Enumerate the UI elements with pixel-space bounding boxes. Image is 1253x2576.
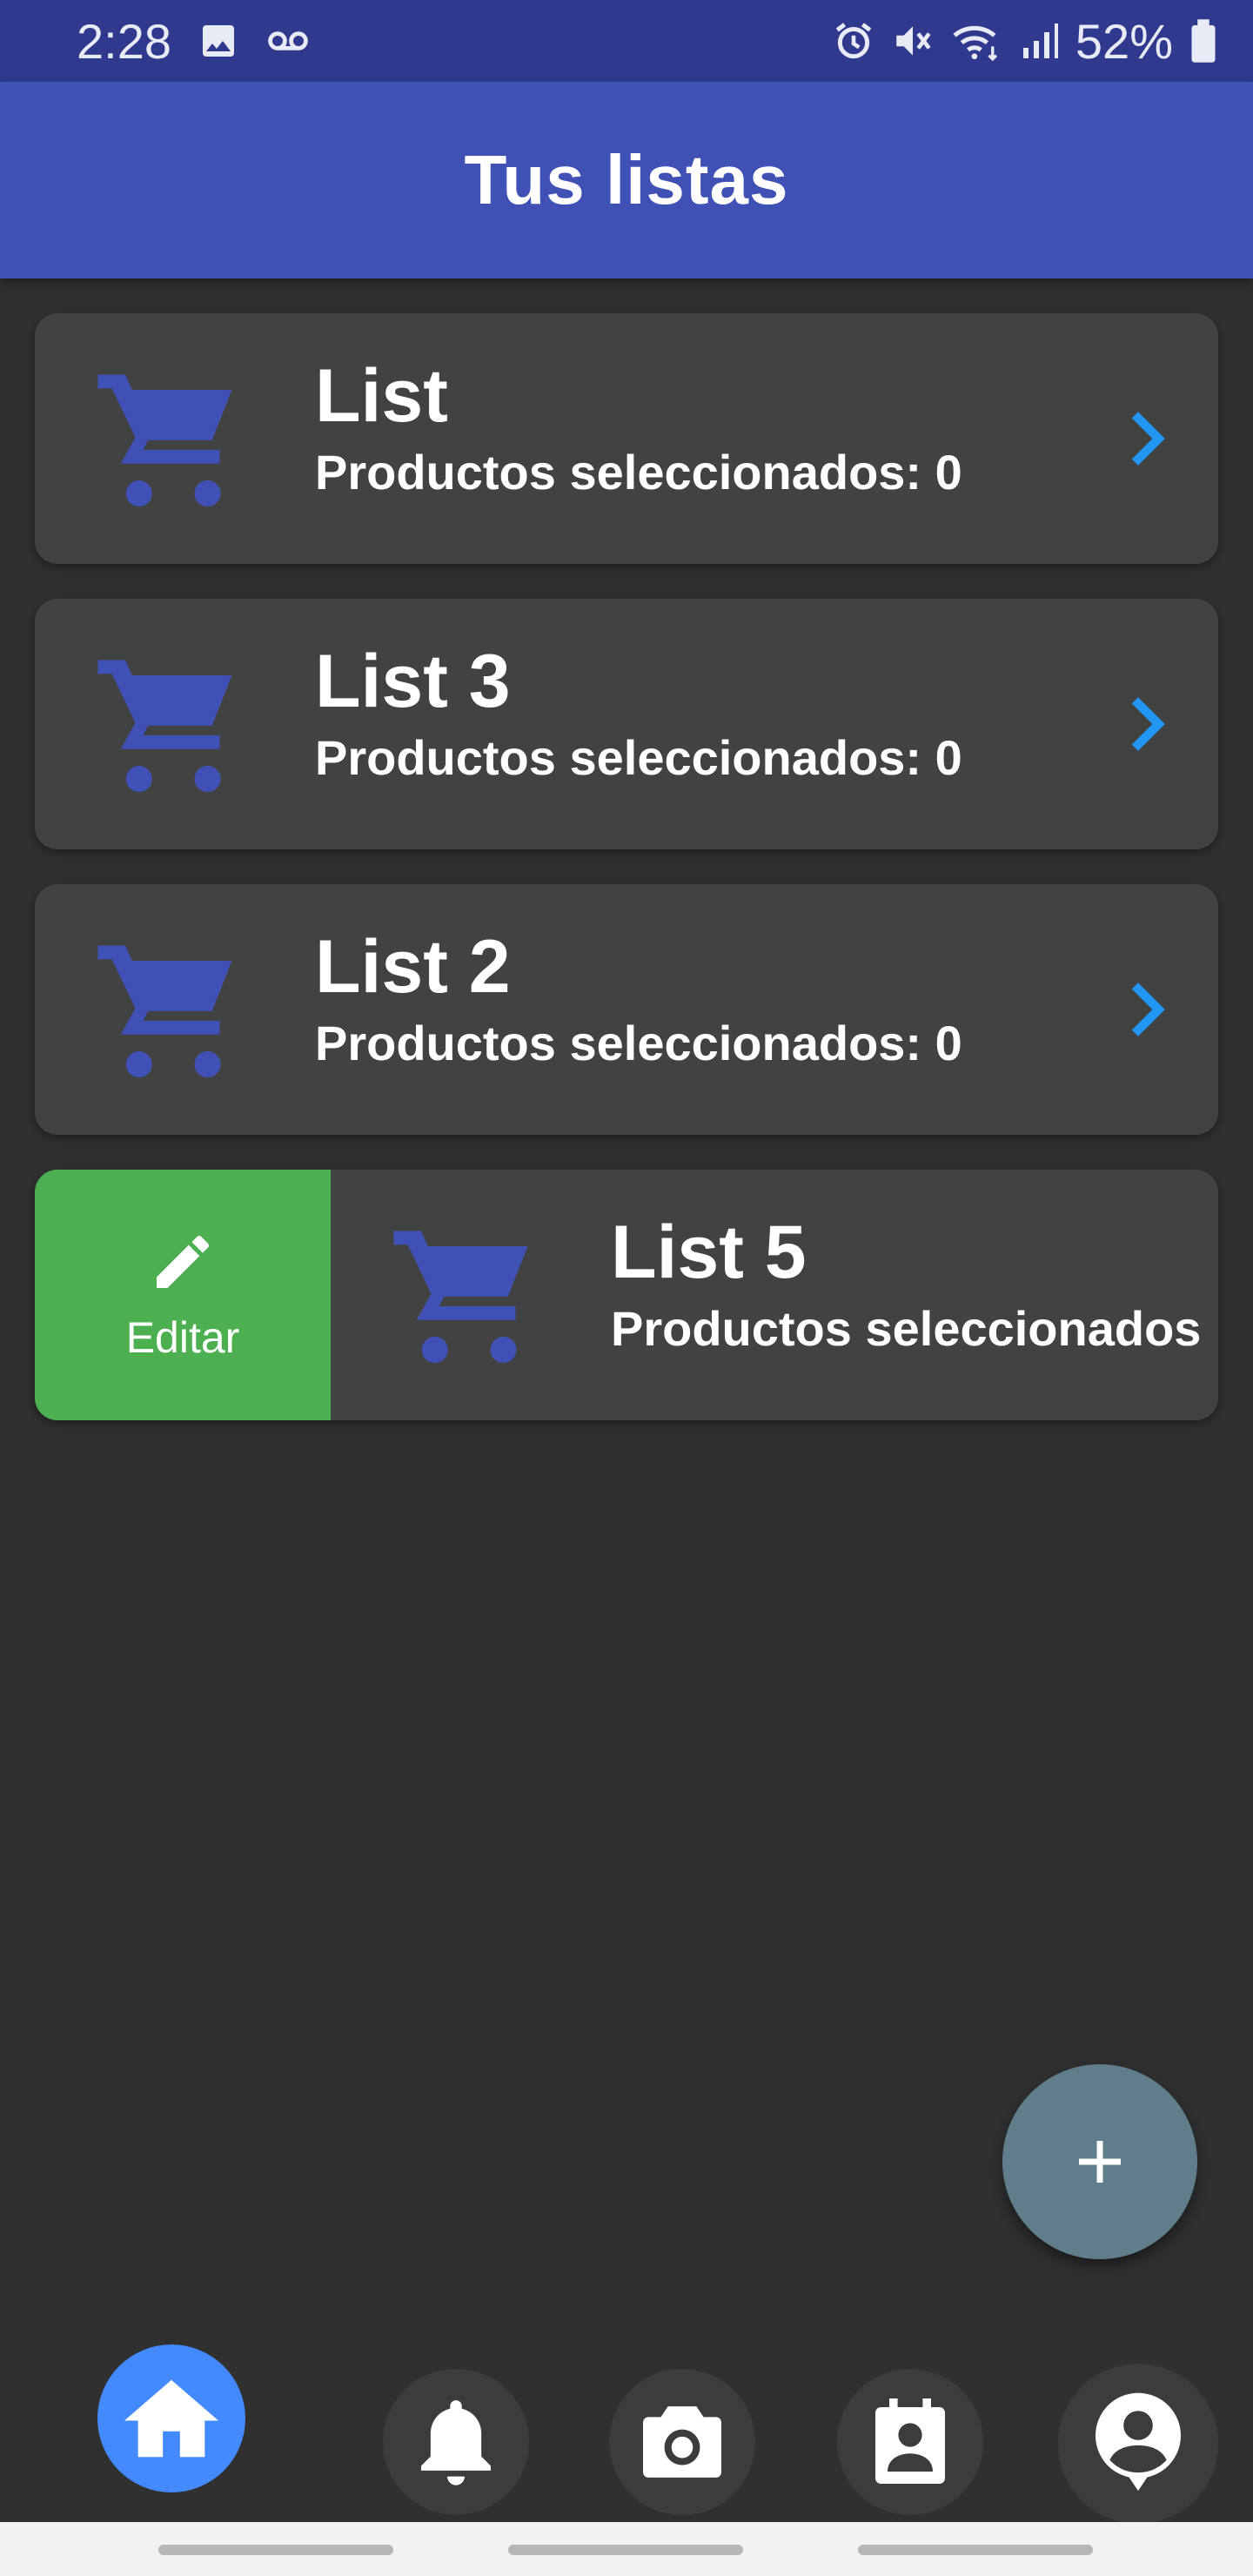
- signal-icon: [1018, 20, 1060, 62]
- status-bar: 2:28 52%: [0, 0, 1253, 82]
- cart-icon: [97, 945, 232, 1078]
- gesture-pill: [158, 2545, 393, 2555]
- battery-percent: 52%: [1075, 13, 1173, 69]
- list-subtitle: Productos seleccionados: 0: [315, 1016, 962, 1070]
- list-title: List: [315, 354, 448, 438]
- list-subtitle: Productos seleccionados: [611, 1301, 1202, 1356]
- status-time: 2:28: [77, 13, 171, 69]
- nav-camera-button[interactable]: [609, 2369, 755, 2515]
- gesture-pill: [508, 2545, 743, 2555]
- home-icon: [124, 2379, 219, 2458]
- plus-icon: [1079, 2141, 1121, 2183]
- nav-home-button[interactable]: [97, 2345, 245, 2492]
- cart-icon: [97, 660, 232, 793]
- contacts-icon: [875, 2398, 945, 2484]
- edit-label: Editar: [125, 1313, 240, 1362]
- list-card[interactable]: List 3 Productos seleccionados: 0: [35, 599, 1218, 849]
- cart-icon: [97, 374, 232, 507]
- list-title: List 2: [315, 925, 511, 1009]
- account-icon: [1096, 2392, 1181, 2492]
- pencil-icon: [157, 1235, 210, 1288]
- chevron-right-icon: [1131, 412, 1165, 466]
- list-subtitle: Productos seleccionados: 0: [315, 730, 962, 785]
- wifi-icon: [950, 19, 1002, 63]
- gesture-pill: [858, 2545, 1093, 2555]
- app-bar: Tus listas: [0, 82, 1253, 278]
- alarm-icon: [832, 19, 875, 63]
- chevron-right-icon: [1131, 983, 1165, 1036]
- system-gesture-bar: [0, 2522, 1253, 2576]
- voicemail-icon: [265, 20, 311, 62]
- edit-button[interactable]: Editar: [35, 1170, 331, 1420]
- camera-icon: [643, 2406, 721, 2478]
- list-title: List 5: [611, 1211, 807, 1294]
- add-list-button[interactable]: [1002, 2064, 1197, 2259]
- list-card-swiped[interactable]: Editar List 5 Productos seleccionados: [35, 1170, 1218, 1420]
- page-title: Tus listas: [464, 141, 789, 218]
- nav-contacts-button[interactable]: [837, 2369, 983, 2515]
- nav-notifications-button[interactable]: [383, 2369, 529, 2515]
- list-card[interactable]: List Productos seleccionados: 0: [35, 313, 1218, 564]
- list-card[interactable]: List 2 Productos seleccionados: 0: [35, 884, 1218, 1135]
- image-icon: [198, 20, 239, 62]
- mute-icon: [891, 19, 935, 63]
- list-subtitle: Productos seleccionados: 0: [315, 445, 962, 500]
- list-title: List 3: [315, 640, 511, 723]
- battery-icon: [1189, 17, 1218, 64]
- chevron-right-icon: [1131, 697, 1165, 751]
- nav-account-button[interactable]: [1058, 2364, 1218, 2524]
- cart-icon: [393, 1231, 528, 1364]
- bell-icon: [421, 2400, 491, 2485]
